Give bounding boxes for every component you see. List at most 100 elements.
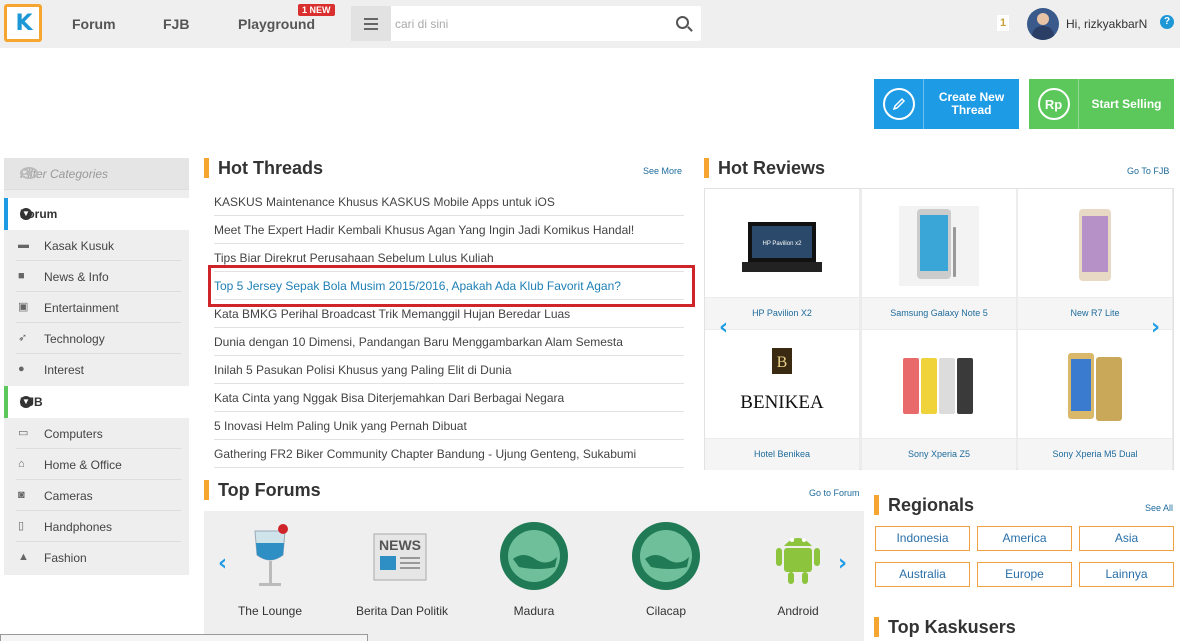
forum-card-the-lounge[interactable]: The Lounge <box>210 511 330 641</box>
review-label-cell: Sony Xperia M5 Dual <box>1018 439 1172 470</box>
nav-playground-link[interactable]: Playground <box>238 16 315 32</box>
see-more-link[interactable]: See More <box>643 166 682 176</box>
newspaper-icon: NEWS <box>367 521 437 591</box>
forum-card-android[interactable]: Android <box>738 511 858 641</box>
browser-status-bar <box>0 634 368 641</box>
avatar[interactable] <box>1027 8 1059 40</box>
chevron-down-icon[interactable]: ▼ <box>20 396 32 408</box>
sidebar-item-technology[interactable]: ➶ Technology <box>16 323 181 354</box>
sidebar-item-label: News & Info <box>44 270 109 284</box>
forum-card-madura[interactable]: Madura <box>474 511 594 641</box>
phones-image <box>899 347 979 427</box>
thread-title[interactable]: Tips Biar Direkrut Perusahaan Sebelum Lu… <box>214 251 494 265</box>
category-sidebar: Filter Categories Forum ▼ ▬ Kasak Kusuk … <box>4 158 189 575</box>
thread-title[interactable]: Kata BMKG Perihal Broadcast Trik Memangg… <box>214 307 570 321</box>
review-name[interactable]: Hotel Benikea <box>705 449 859 459</box>
sidebar-item-handphones[interactable]: ▯ Handphones <box>16 511 181 542</box>
kaskus-logo[interactable]: K <box>4 4 42 42</box>
forum-name[interactable]: Madura <box>474 604 594 618</box>
forum-name[interactable]: The Lounge <box>210 604 330 618</box>
category-header-forum[interactable]: Forum ▼ <box>4 198 189 230</box>
palette-icon: ● <box>18 363 25 375</box>
phone-icon: ▯ <box>18 520 25 532</box>
go-to-fjb-link[interactable]: Go To FJB <box>1127 166 1169 176</box>
forum-name[interactable]: Cilacap <box>606 604 726 618</box>
region-lainnya[interactable]: Lainnya <box>1079 562 1174 587</box>
logo-letter: K <box>15 10 32 36</box>
sidebar-item-entertainment[interactable]: ▣ Entertainment <box>16 292 181 323</box>
region-europe[interactable]: Europe <box>977 562 1072 587</box>
thread-item[interactable]: KASKUS Maintenance Khusus KASKUS Mobile … <box>214 188 684 216</box>
sidebar-item-label: Computers <box>44 427 103 441</box>
help-icon[interactable]: ? <box>1160 15 1174 29</box>
review-name[interactable]: Sony Xperia Z5 <box>862 449 1016 459</box>
region-australia[interactable]: Australia <box>875 562 970 587</box>
thread-title[interactable]: KASKUS Maintenance Khusus KASKUS Mobile … <box>214 195 555 209</box>
filter-categories-field[interactable]: Filter Categories <box>4 158 189 190</box>
notification-count[interactable]: 1 <box>996 14 1010 32</box>
sidebar-item-interest[interactable]: ● Interest <box>16 354 181 385</box>
review-card-xperia-z5[interactable] <box>862 330 1016 438</box>
hot-reviews-title: Hot Reviews <box>704 158 825 178</box>
review-card-r7-lite[interactable] <box>1018 189 1172 297</box>
nav-forum-link[interactable]: Forum <box>72 16 116 32</box>
chevron-down-icon[interactable]: ▼ <box>20 208 32 220</box>
thread-item[interactable]: Kata Cinta yang Nggak Bisa Diterjemahkan… <box>214 384 684 412</box>
nav-fjb-link[interactable]: FJB <box>163 16 189 32</box>
sidebar-item-computers[interactable]: ▭ Computers <box>16 418 181 449</box>
sidebar-item-news-info[interactable]: ■ News & Info <box>16 261 181 292</box>
region-indonesia[interactable]: Indonesia <box>875 526 970 551</box>
search-input[interactable] <box>395 14 655 34</box>
laptop-image: HP Pavilion x2 <box>742 206 822 286</box>
thread-item[interactable]: Gathering FR2 Biker Community Chapter Ba… <box>214 440 684 468</box>
go-to-forum-link[interactable]: Go to Forum <box>809 488 860 498</box>
category-header-fjb[interactable]: FJB ▼ <box>4 386 189 418</box>
user-greeting[interactable]: Hi, rizkyakbarN <box>1066 17 1147 31</box>
thread-title[interactable]: Kata Cinta yang Nggak Bisa Diterjemahkan… <box>214 391 564 405</box>
forum-card-berita-dan-politik[interactable]: NEWS Berita Dan Politik <box>342 511 462 641</box>
thread-item[interactable]: 5 Inovasi Helm Paling Unik yang Pernah D… <box>214 412 684 440</box>
review-card-hp-pavilion[interactable]: HP Pavilion x2 <box>705 189 859 297</box>
start-selling-button[interactable]: Rp Start Selling <box>1029 79 1174 129</box>
thread-title[interactable]: Meet The Expert Hadir Kembali Khusus Aga… <box>214 223 634 237</box>
hamburger-menu-icon[interactable] <box>351 6 391 41</box>
sidebar-item-cameras[interactable]: ◙ Cameras <box>16 480 181 511</box>
review-label-cell: Hotel Benikea <box>705 439 859 470</box>
forum-card-cilacap[interactable]: Cilacap <box>606 511 726 641</box>
thread-item[interactable]: Inilah 5 Pasukan Polisi Khusus yang Pali… <box>214 356 684 384</box>
thread-title[interactable]: Dunia dengan 10 Dimensi, Pandangan Baru … <box>214 335 623 349</box>
thread-title[interactable]: 5 Inovasi Helm Paling Unik yang Pernah D… <box>214 419 467 433</box>
chevron-right-icon[interactable]: › <box>1151 315 1160 340</box>
create-thread-button[interactable]: Create New Thread <box>874 79 1019 129</box>
tv-icon: ▣ <box>18 301 29 313</box>
sidebar-item-label: Handphones <box>44 520 113 534</box>
region-america[interactable]: America <box>977 526 1072 551</box>
search-bar <box>351 6 701 41</box>
review-card-hotel-benikea[interactable]: B BENIKEA <box>705 330 859 438</box>
sidebar-item-fashion[interactable]: ▲ Fashion <box>16 542 181 573</box>
android-icon <box>763 521 833 591</box>
review-name[interactable]: New R7 Lite <box>1018 308 1172 318</box>
briefcase-icon: ■ <box>18 270 25 282</box>
see-all-link[interactable]: See All <box>1145 503 1173 513</box>
sidebar-item-kasak-kusuk[interactable]: ▬ Kasak Kusuk <box>16 230 181 261</box>
chevron-right-icon[interactable]: › <box>838 551 847 576</box>
phones-image <box>1055 347 1135 427</box>
forum-name[interactable]: Berita Dan Politik <box>342 604 462 618</box>
region-asia[interactable]: Asia <box>1079 526 1174 551</box>
forum-name[interactable]: Android <box>738 604 858 618</box>
thread-title[interactable]: Gathering FR2 Biker Community Chapter Ba… <box>214 447 636 461</box>
review-name[interactable]: HP Pavilion X2 <box>705 308 859 318</box>
review-card-galaxy-note5[interactable] <box>862 189 1016 297</box>
review-name[interactable]: Samsung Galaxy Note 5 <box>862 308 1016 318</box>
search-icon[interactable] <box>676 16 689 29</box>
review-card-xperia-m5[interactable] <box>1018 330 1172 438</box>
thread-title[interactable]: Inilah 5 Pasukan Polisi Khusus yang Pali… <box>214 363 512 377</box>
camera-icon: ◙ <box>18 489 25 501</box>
review-name[interactable]: Sony Xperia M5 Dual <box>1018 449 1172 459</box>
chevron-left-icon[interactable]: ‹ <box>719 315 728 340</box>
thread-item[interactable]: Dunia dengan 10 Dimensi, Pandangan Baru … <box>214 328 684 356</box>
eye-icon[interactable] <box>20 167 38 179</box>
thread-item[interactable]: Meet The Expert Hadir Kembali Khusus Aga… <box>214 216 684 244</box>
sidebar-item-home-office[interactable]: ⌂ Home & Office <box>16 449 181 480</box>
